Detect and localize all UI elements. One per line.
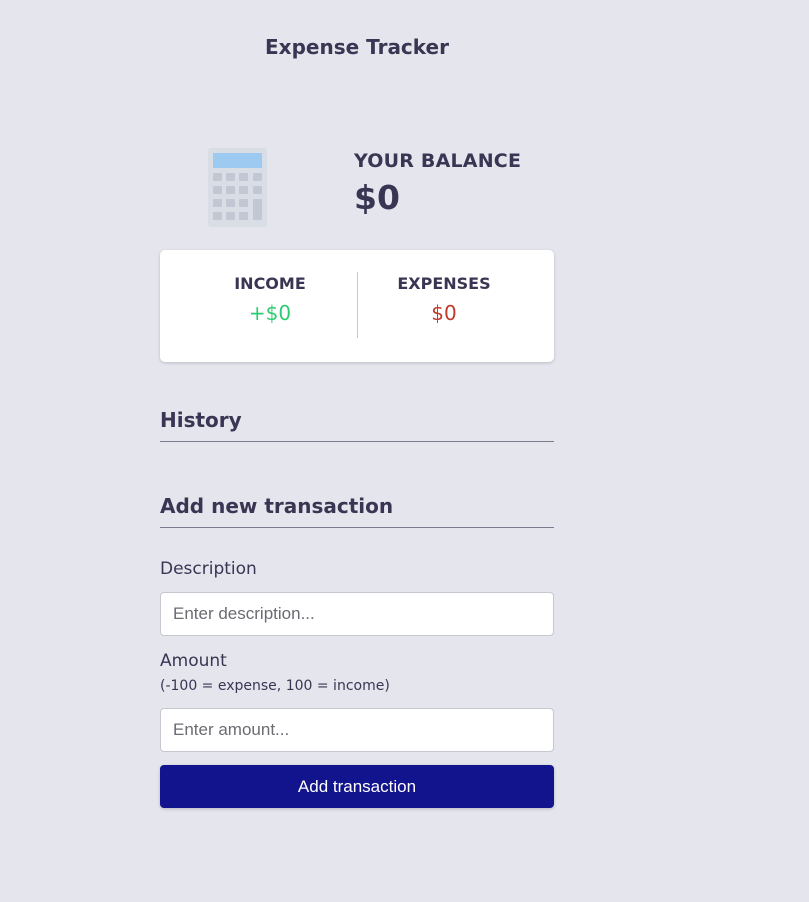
income-expense-summary: INCOME +$0 EXPENSES $0 (160, 250, 554, 362)
page-title: Expense Tracker (265, 35, 449, 59)
expense-summary: EXPENSES $0 (346, 274, 542, 325)
expense-tracker-page: Expense Tracker YOUR BALANCE $0 INCOME +… (0, 0, 809, 902)
amount-label: Amount (160, 651, 227, 671)
balance-text: YOUR BALANCE $0 (354, 150, 521, 217)
income-label: INCOME (234, 274, 306, 293)
add-transaction-heading: Add new transaction (160, 494, 554, 528)
description-label: Description (160, 559, 257, 579)
amount-input[interactable] (160, 708, 554, 752)
income-value: +$0 (248, 301, 292, 325)
balance-amount: $0 (354, 178, 400, 217)
income-summary: INCOME +$0 (172, 274, 368, 325)
balance-section: YOUR BALANCE $0 (160, 146, 554, 230)
add-transaction-button[interactable]: Add transaction (160, 765, 554, 808)
amount-hint: (-100 = expense, 100 = income) (160, 678, 390, 694)
description-input[interactable] (160, 592, 554, 636)
expense-label: EXPENSES (397, 274, 491, 293)
balance-label: YOUR BALANCE (354, 150, 522, 172)
history-heading: History (160, 408, 554, 442)
expense-value: $0 (431, 301, 457, 325)
calculator-icon (208, 148, 267, 227)
